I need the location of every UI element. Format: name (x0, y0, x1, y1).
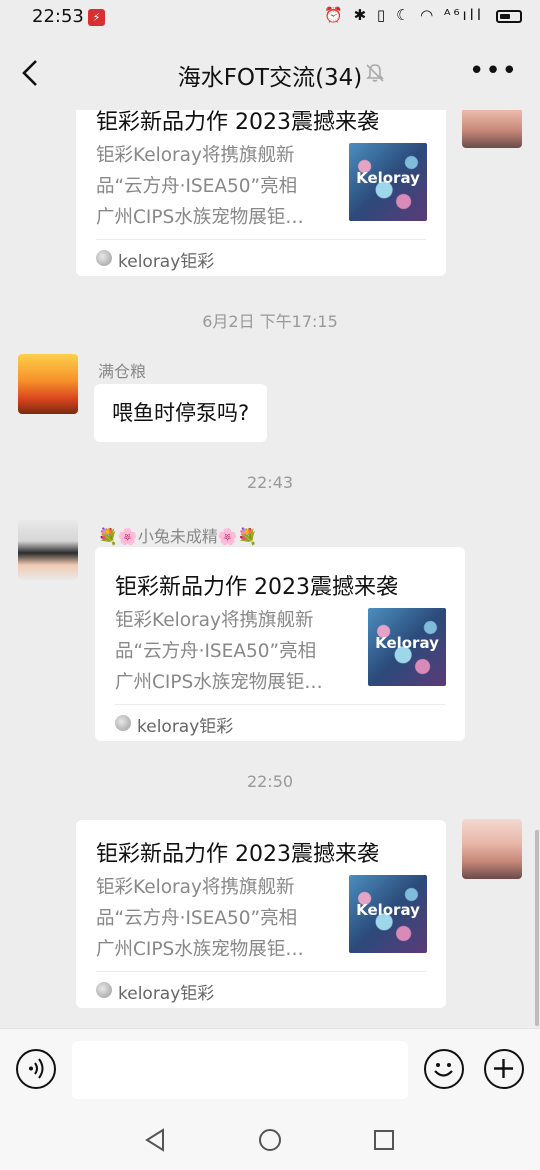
sender-name: 💐🌸小兔未成精🌸💐 (98, 527, 258, 546)
nav-back-button[interactable] (143, 1128, 167, 1156)
status-time: 22:53 (32, 6, 84, 27)
card-desc-line: 钜彩Keloray将携旗舰新 (96, 877, 295, 898)
thumbnail-logo-text: Keloray (356, 169, 420, 187)
card-desc-line: 钜彩Keloray将携旗舰新 (115, 610, 314, 631)
triangle-back-icon (145, 1128, 164, 1152)
card-desc-line: 广州CIPS水族宠物展钜… (96, 207, 304, 228)
system-nav-bar (0, 1110, 540, 1170)
emoji-button[interactable] (424, 1049, 464, 1089)
more-options-button[interactable]: ••• (469, 56, 518, 86)
card-divider (96, 239, 426, 240)
card-desc-line: 品“云方舟·ISEA50”亮相 (115, 641, 317, 662)
card-description: 钜彩Keloray将携旗舰新 品“云方舟·ISEA50”亮相 广州CIPS水族宠… (115, 605, 347, 698)
notification-app-icon: ⚡ (88, 9, 105, 26)
status-icons: ⏰ ✱ ▯ ☾ ◠ ᴬ⁶ıll (324, 6, 484, 24)
chat-header: 海水FOT交流(34) ••• (0, 38, 540, 110)
scrollbar[interactable] (535, 830, 539, 1026)
timestamp: 22:50 (246, 772, 294, 791)
status-bar: 22:53 ⚡ ⏰ ✱ ▯ ☾ ◠ ᴬ⁶ıll (0, 0, 540, 38)
battery-level (500, 14, 510, 19)
card-description: 钜彩Keloray将携旗舰新 品“云方舟·ISEA50”亮相 广州CIPS水族宠… (96, 140, 328, 233)
source-icon (96, 250, 112, 266)
avatar[interactable] (462, 819, 522, 879)
circle-home-icon (259, 1129, 281, 1151)
card-source: keloray钜彩 (118, 252, 215, 272)
timestamp: 22:43 (246, 473, 294, 492)
source-icon (115, 715, 131, 731)
voice-input-button[interactable] (16, 1049, 56, 1089)
more-functions-button[interactable] (484, 1049, 524, 1089)
voice-icon (29, 1058, 44, 1079)
battery-icon (496, 10, 522, 23)
card-desc-line: 广州CIPS水族宠物展钜… (96, 939, 304, 960)
card-desc-line: 品“云方舟·ISEA50”亮相 (96, 908, 298, 929)
smiley-icon (434, 1063, 453, 1077)
card-desc-line: 钜彩Keloray将携旗舰新 (96, 145, 295, 166)
link-card-message[interactable]: 钜彩新品力作 2023震撼来袭 钜彩Keloray将携旗舰新 品“云方舟·ISE… (76, 110, 446, 276)
nav-recents-button[interactable] (373, 1129, 395, 1155)
nav-home-button[interactable] (258, 1128, 282, 1156)
thumbnail-logo-text: Keloray (356, 901, 420, 919)
card-thumbnail: Keloray (368, 608, 446, 686)
link-card-message[interactable]: 钜彩新品力作 2023震撼来袭 钜彩Keloray将携旗舰新 品“云方舟·ISE… (76, 820, 446, 1008)
card-desc-line: 广州CIPS水族宠物展钜… (115, 672, 323, 693)
input-bar (0, 1028, 540, 1111)
card-thumbnail: Keloray (349, 143, 427, 221)
avatar[interactable] (18, 354, 78, 414)
avatar[interactable] (18, 520, 78, 580)
text-bubble[interactable]: 喂鱼时停泵吗? (94, 384, 268, 442)
card-title: 钜彩新品力作 2023震撼来袭 (96, 110, 379, 135)
sender-name: 满仓粮 (98, 362, 147, 381)
square-recents-icon (374, 1130, 394, 1150)
card-divider (115, 704, 445, 705)
plus-icon (494, 1059, 513, 1078)
avatar[interactable] (462, 110, 522, 148)
card-desc-line: 品“云方舟·ISEA50”亮相 (96, 176, 298, 197)
card-source: keloray钜彩 (137, 717, 234, 737)
card-source: keloray钜彩 (118, 984, 215, 1004)
card-title: 钜彩新品力作 2023震撼来袭 (115, 575, 398, 600)
card-thumbnail: Keloray (349, 875, 427, 953)
card-title: 钜彩新品力作 2023震撼来袭 (96, 842, 379, 867)
mute-bell-icon (364, 62, 386, 84)
card-description: 钜彩Keloray将携旗舰新 品“云方舟·ISEA50”亮相 广州CIPS水族宠… (96, 872, 328, 965)
chat-title: 海水FOT交流(34) (177, 65, 363, 91)
link-card-message[interactable]: 钜彩新品力作 2023震撼来袭 钜彩Keloray将携旗舰新 品“云方舟·ISE… (95, 547, 465, 741)
message-input[interactable] (72, 1041, 408, 1099)
message-list[interactable]: 钜彩新品力作 2023震撼来袭 钜彩Keloray将携旗舰新 品“云方舟·ISE… (0, 110, 540, 1028)
card-divider (96, 971, 426, 972)
source-icon (96, 982, 112, 998)
thumbnail-logo-text: Keloray (375, 634, 439, 652)
timestamp: 6月2日 下午17:15 (202, 312, 338, 331)
